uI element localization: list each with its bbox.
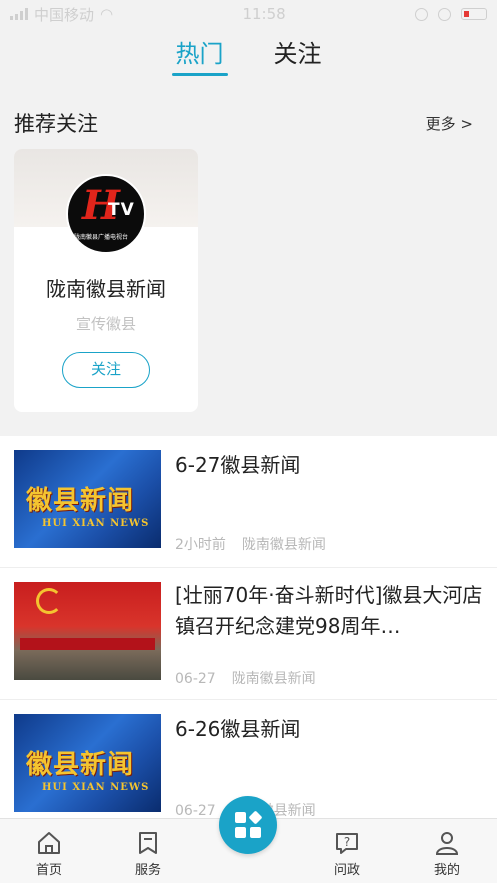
center-apps-button[interactable] bbox=[219, 796, 277, 854]
carrier-label: 中国移动 bbox=[34, 5, 95, 24]
tabbar-home[interactable]: 首页 bbox=[14, 819, 84, 883]
status-time: 11:58 bbox=[242, 5, 286, 23]
tabbar-mine[interactable]: 我的 bbox=[412, 819, 482, 883]
signal-icon bbox=[10, 8, 28, 20]
alarm-icon bbox=[438, 7, 451, 21]
top-tabs: 热门 关注 bbox=[0, 36, 497, 84]
wifi-icon: ◠ bbox=[100, 5, 114, 23]
battery-icon bbox=[461, 8, 487, 20]
status-bar: 中国移动 ◠ 11:58 bbox=[0, 0, 497, 28]
thumb-banner bbox=[20, 638, 155, 650]
news-item[interactable]: [壮丽70年·奋斗新时代]徽县大河店镇召开纪念建党98周年… 06-27 陇南徽县… bbox=[0, 568, 497, 700]
channel-logo: H TV 陇南徽县广播电视台 bbox=[66, 174, 146, 254]
news-title: 6-27徽县新闻 bbox=[175, 453, 301, 477]
news-meta: 2小时前 陇南徽县新闻 bbox=[175, 534, 326, 554]
logo-tv: TV bbox=[108, 200, 135, 220]
tabbar-service-label: 服务 bbox=[134, 863, 161, 878]
news-time: 06-27 bbox=[175, 671, 216, 687]
news-thumbnail: 徽县新闻 HUI XIAN NEWS bbox=[14, 450, 161, 548]
user-icon bbox=[435, 832, 459, 855]
status-right bbox=[415, 7, 487, 21]
news-thumbnail bbox=[14, 582, 161, 680]
news-time: 2小时前 bbox=[175, 537, 226, 553]
channel-desc: 宣传徽县 bbox=[75, 315, 136, 333]
more-link[interactable]: 更多 > bbox=[426, 113, 473, 134]
news-title: 6-26徽县新闻 bbox=[175, 717, 301, 741]
recommend-title: 推荐关注 bbox=[14, 112, 98, 136]
tabbar-home-label: 首页 bbox=[35, 863, 62, 878]
tab-hot[interactable]: 热门 bbox=[171, 36, 228, 80]
question-icon: ? bbox=[336, 833, 358, 854]
thumb-subtitle: HUI XIAN NEWS bbox=[42, 518, 150, 529]
news-time: 06-27 bbox=[175, 803, 216, 818]
follow-button[interactable]: 关注 bbox=[62, 352, 150, 388]
news-list: 徽县新闻 HUI XIAN NEWS 6-27徽县新闻 2小时前 陇南徽县新闻 [… bbox=[0, 436, 497, 818]
news-source: 陇南徽县新闻 bbox=[231, 671, 316, 687]
tabbar-inquiry[interactable]: ? 问政 bbox=[312, 819, 382, 883]
party-emblem-icon bbox=[36, 588, 62, 614]
thumb-title: 徽县新闻 bbox=[26, 486, 135, 516]
tabbar-inquiry-label: 问政 bbox=[333, 863, 360, 878]
thumb-title: 徽县新闻 bbox=[26, 750, 135, 780]
tab-following[interactable]: 关注 bbox=[270, 36, 326, 80]
tabbar-mine-label: 我的 bbox=[433, 863, 460, 878]
news-meta: 06-27 陇南徽县新闻 bbox=[175, 668, 316, 688]
bookmark-icon bbox=[139, 832, 157, 854]
home-icon bbox=[38, 832, 60, 854]
channel-name: 陇南徽县新闻 bbox=[46, 277, 166, 301]
tabbar-service[interactable]: 服务 bbox=[113, 819, 183, 883]
news-thumbnail: 徽县新闻 HUI XIAN NEWS bbox=[14, 714, 161, 812]
svg-text:?: ? bbox=[344, 835, 350, 849]
news-source: 陇南徽县新闻 bbox=[241, 537, 326, 553]
status-left: 中国移动 ◠ bbox=[10, 4, 113, 25]
news-item[interactable]: 徽县新闻 HUI XIAN NEWS 6-27徽县新闻 2小时前 陇南徽县新闻 bbox=[0, 436, 497, 568]
recommend-card[interactable]: H TV 陇南徽县广播电视台 陇南徽县新闻 宣传徽县 关注 bbox=[14, 149, 198, 412]
logo-subtitle: 陇南徽县广播电视台 bbox=[74, 234, 129, 241]
thumb-subtitle: HUI XIAN NEWS bbox=[42, 782, 150, 793]
lock-icon bbox=[415, 7, 428, 21]
news-title: [壮丽70年·奋斗新时代]徽县大河店镇召开纪念建党98周年… bbox=[175, 583, 483, 638]
recommend-header: 推荐关注 更多 > bbox=[14, 108, 473, 138]
